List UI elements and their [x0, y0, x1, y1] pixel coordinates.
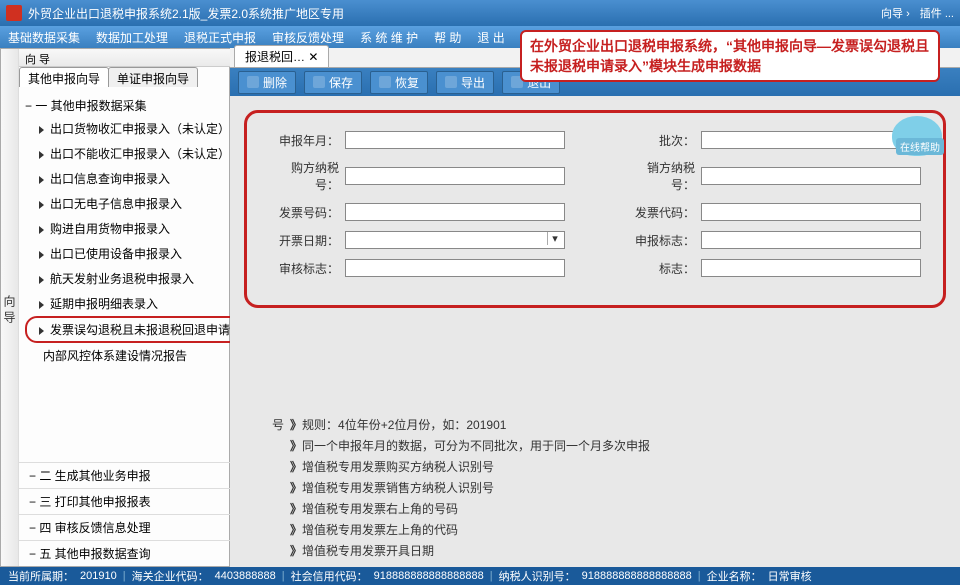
- panel-header: 向 导 ↔ ✕: [19, 49, 266, 67]
- menu-item[interactable]: 退税正式申报: [184, 29, 256, 46]
- status-credit-value: 918888888888888888: [374, 570, 484, 582]
- arrow-icon: [39, 226, 44, 234]
- status-name-label: 企业名称：: [707, 568, 762, 584]
- declare-ym-input[interactable]: [345, 131, 565, 149]
- rule-text: 增值税专用发票开具日期: [302, 544, 434, 558]
- mascot-tag[interactable]: 在线帮助: [896, 138, 944, 155]
- document-tab[interactable]: 报退税回… ✕: [234, 45, 329, 67]
- status-customs-label: 海关企业代码：: [132, 568, 209, 584]
- menu-item[interactable]: 基础数据采集: [8, 29, 80, 46]
- invoice-no-input[interactable]: [345, 203, 565, 221]
- delete-button[interactable]: 删除: [238, 71, 296, 94]
- arrow-icon: [39, 276, 44, 284]
- menu-item[interactable]: 系 统 维 护: [360, 29, 418, 46]
- trash-icon: [247, 76, 259, 88]
- invoice-code-input[interactable]: [701, 203, 921, 221]
- tree-item[interactable]: 购进自用货物申报录入: [25, 216, 260, 241]
- flag-input[interactable]: [701, 259, 921, 277]
- nav-tree: − 一 其他申报数据采集 出口货物收汇申报录入（未认定） 出口不能收汇申报录入（…: [19, 87, 266, 462]
- declare-flag-input[interactable]: [701, 231, 921, 249]
- label-audit-flag: 审核标志：: [269, 260, 339, 277]
- rule-text: 同一个申报年月的数据，可分为不同批次，用于同一个月多次申报: [302, 439, 650, 453]
- buyer-tax-input[interactable]: [345, 167, 565, 185]
- invoice-date-select[interactable]: [345, 231, 565, 249]
- arrow-icon: [39, 201, 44, 209]
- tree-item-highlighted[interactable]: 发票误勾退税且未报退税回退申请录入: [25, 316, 260, 343]
- tree-group-5[interactable]: − 五 其他申报数据查询: [19, 540, 266, 566]
- tree-item[interactable]: 出口不能收汇申报录入（未认定）: [25, 141, 260, 166]
- titlebar: 外贸企业出口退税申报系统2.1版_发票2.0系统推广地区专用 向导 › 插件 .…: [0, 0, 960, 26]
- tree-item[interactable]: 出口货物收汇申报录入（未认定）: [25, 116, 260, 141]
- label-batch: 批次：: [625, 132, 695, 149]
- callout-annotation: 在外贸企业出口退税申报系统，“其他申报向导—发票误勾退税且未报退税申请录入”模块…: [520, 30, 940, 82]
- label-invoice-code: 发票代码：: [625, 204, 695, 221]
- rules-panel: 号》规则：4位年份+2位月份，如：201901 》同一个申报年月的数据，可分为不…: [244, 408, 946, 567]
- right-panel: 报退税回… ✕ 在外贸企业出口退税申报系统，“其他申报向导—发票误勾退税且未报退…: [230, 48, 960, 567]
- tree-group-3[interactable]: − 三 打印其他申报报表: [19, 488, 266, 514]
- subtab-other-declare[interactable]: 其他申报向导: [19, 67, 109, 87]
- arrow-icon: [39, 176, 44, 184]
- vertical-tab-wizard[interactable]: 向导: [1, 49, 19, 566]
- seller-tax-input[interactable]: [701, 167, 921, 185]
- arrow-icon: [39, 301, 44, 309]
- titlebar-more-link[interactable]: 插件 ...: [920, 5, 954, 21]
- panel-title: 向 导: [25, 51, 50, 64]
- restore-button[interactable]: 恢复: [370, 71, 428, 94]
- rule-label: 规则：: [302, 418, 338, 432]
- label-declare-flag: 申报标志：: [625, 232, 695, 249]
- arrow-icon: [39, 327, 44, 335]
- tree-group-4[interactable]: − 四 审核反馈信息处理: [19, 514, 266, 540]
- save-icon: [313, 76, 325, 88]
- titlebar-wizard-link[interactable]: 向导 ›: [881, 5, 910, 21]
- app-icon: [6, 5, 22, 21]
- mascot-image: 在线帮助: [874, 108, 952, 166]
- status-credit-label: 社会信用代码：: [291, 568, 368, 584]
- subtab-cert-declare[interactable]: 单证申报向导: [108, 67, 198, 87]
- rule-text: 增值税专用发票左上角的代码: [302, 523, 458, 537]
- tree-item[interactable]: 出口无电子信息申报录入: [25, 191, 260, 216]
- form-zone: 申报年月： 批次： 购方纳税号： 销方纳税号： 发票号码： 发票代码： 开票日期…: [244, 110, 946, 308]
- tree-item[interactable]: 航天发射业务退税申报录入: [25, 266, 260, 291]
- tree-item[interactable]: 出口信息查询申报录入: [25, 166, 260, 191]
- tree-group-2[interactable]: − 二 生成其他业务申报: [19, 462, 266, 488]
- tree-item[interactable]: 内部风控体系建设情况报告: [25, 343, 260, 368]
- left-panel: 向导 向 导 ↔ ✕ 其他申报向导 单证申报向导 − 一 其他申报数据采集 出口…: [0, 48, 230, 567]
- label-buyer-tax: 购方纳税号：: [269, 159, 339, 193]
- status-name-value: 日常审核: [768, 568, 812, 584]
- label-invoice-no: 发票号码：: [269, 204, 339, 221]
- rule-text: 4位年份+2位月份，如：201901: [338, 418, 506, 432]
- status-customs-value: 4403888888: [215, 570, 276, 582]
- label-seller-tax: 销方纳税号：: [625, 159, 695, 193]
- menu-item[interactable]: 审核反馈处理: [272, 29, 344, 46]
- rules-lead: 号: [264, 416, 284, 433]
- export-button[interactable]: 导出: [436, 71, 494, 94]
- status-period-value: 201910: [80, 570, 117, 582]
- status-period-label: 当前所属期：: [8, 568, 74, 584]
- label-invoice-date: 开票日期：: [269, 232, 339, 249]
- rule-text: 增值税专用发票购买方纳税人识别号: [302, 460, 494, 474]
- arrow-icon: [39, 126, 44, 134]
- menu-item[interactable]: 退 出: [477, 29, 504, 46]
- menu-item[interactable]: 数据加工处理: [96, 29, 168, 46]
- statusbar: 当前所属期：201910 | 海关企业代码：4403888888 | 社会信用代…: [0, 567, 960, 585]
- export-icon: [445, 76, 457, 88]
- audit-flag-input[interactable]: [345, 259, 565, 277]
- status-tax-value: 918888888888888888: [582, 570, 692, 582]
- save-button[interactable]: 保存: [304, 71, 362, 94]
- label-flag: 标志：: [625, 260, 695, 277]
- tree-item[interactable]: 延期申报明细表录入: [25, 291, 260, 316]
- rule-text: 增值税专用发票右上角的号码: [302, 502, 458, 516]
- tree-group-1[interactable]: − 一 其他申报数据采集: [25, 95, 260, 116]
- label-declare-ym: 申报年月：: [269, 132, 339, 149]
- menu-item[interactable]: 帮 助: [434, 29, 461, 46]
- arrow-icon: [39, 151, 44, 159]
- app-title: 外贸企业出口退税申报系统2.1版_发票2.0系统推广地区专用: [28, 5, 344, 22]
- undo-icon: [379, 76, 391, 88]
- status-tax-label: 纳税人识别号：: [499, 568, 576, 584]
- arrow-icon: [39, 251, 44, 259]
- tree-item[interactable]: 出口已使用设备申报录入: [25, 241, 260, 266]
- rule-text: 增值税专用发票销售方纳税人识别号: [302, 481, 494, 495]
